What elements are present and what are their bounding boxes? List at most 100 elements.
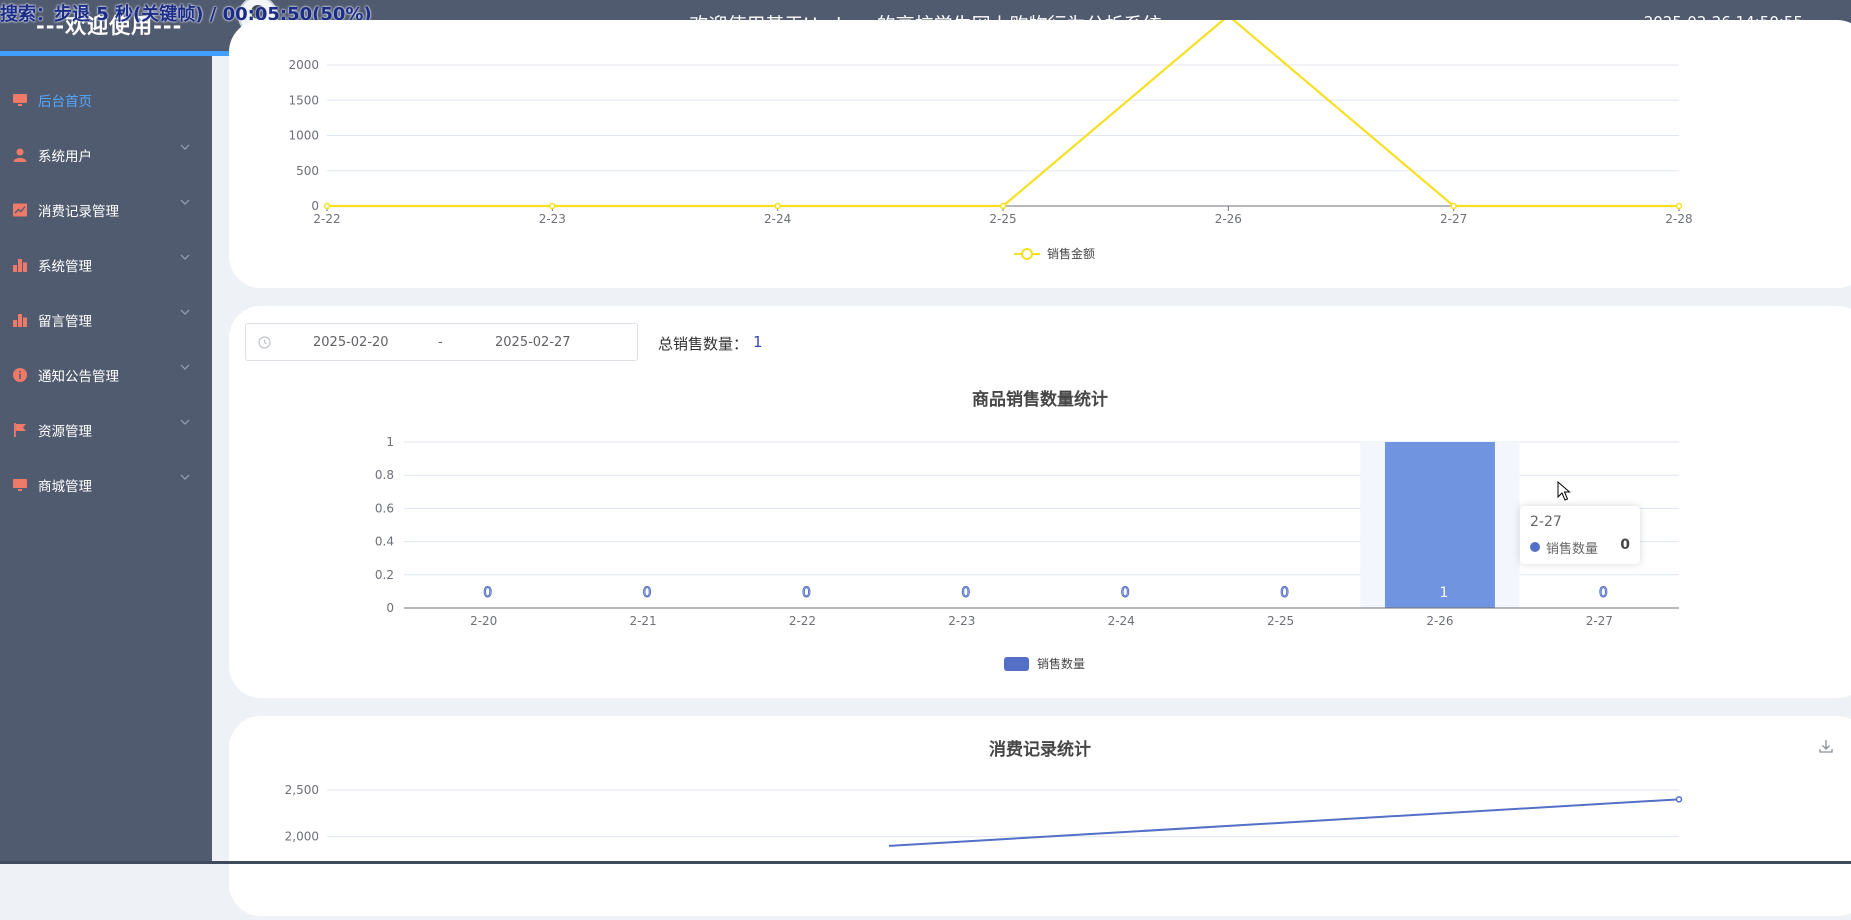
sidebar-item-message-management[interactable]: 留言管理	[0, 292, 212, 347]
date-range-picker[interactable]: 2025-02-20 - 2025-02-27	[245, 323, 638, 361]
sidebar-item-label: 通知公告管理	[38, 368, 119, 385]
y-tick-label: 0.4	[375, 535, 394, 549]
bar-value-label: 0	[483, 585, 492, 601]
y-tick-label: 2000	[288, 58, 319, 72]
series-line	[888, 798, 1680, 847]
bar-chart-icon	[12, 312, 28, 328]
x-tick-label: 2-20	[470, 614, 497, 628]
data-point	[1675, 796, 1683, 803]
bar-chart-icon	[12, 257, 28, 273]
sidebar-item-resource-management[interactable]: 资源管理	[0, 402, 212, 457]
sidebar: 后台首页 系统用户 消费记录管理 系统管理 留言管理 通知公告管理 资源管理 商…	[0, 56, 212, 864]
y-tick-label: 0.2	[375, 568, 394, 582]
bar-value-label: 0	[643, 585, 652, 601]
data-point	[774, 202, 781, 210]
bar-value-label: 0	[1599, 585, 1608, 601]
sales-quantity-chart-title: 商品销售数量统计	[972, 390, 1108, 410]
sidebar-item-dashboard[interactable]: 后台首页	[0, 72, 212, 127]
monitor-icon	[12, 477, 28, 493]
x-tick-label: 2-24	[1108, 614, 1135, 628]
mouse-cursor-icon	[1557, 481, 1571, 501]
clock-icon	[258, 336, 271, 349]
chevron-down-icon	[180, 144, 190, 150]
bar	[1384, 442, 1495, 608]
sidebar-item-label: 后台首页	[38, 93, 92, 110]
x-tick-label: 2-25	[989, 212, 1016, 226]
x-tick-label: 2-24	[764, 212, 791, 226]
chevron-down-icon	[180, 199, 190, 205]
data-point	[323, 202, 331, 210]
sales-quantity-card: 0 0.2 0.4 0.6 0.8 1 2-20 0 2-21 0 2-22 0 2-23 0 2-24 0 2…	[229, 306, 1851, 698]
sidebar-item-mall-management[interactable]: 商城管理	[0, 457, 212, 512]
chevron-down-icon	[180, 364, 190, 370]
chart-tooltip: 2-27 销售数量 0	[1520, 506, 1640, 564]
y-tick-label: 0.8	[375, 468, 394, 482]
sidebar-item-notice-management[interactable]: 通知公告管理	[0, 347, 212, 402]
data-point	[549, 202, 556, 210]
sidebar-item-system-management[interactable]: 系统管理	[0, 237, 212, 292]
chevron-down-icon	[180, 474, 190, 480]
x-tick-label: 2-22	[313, 212, 340, 226]
sidebar-item-system-users[interactable]: 系统用户	[0, 127, 212, 182]
tooltip-title: 2-27	[1530, 514, 1562, 530]
flag-icon	[12, 422, 28, 438]
info-icon	[12, 367, 28, 383]
x-tick-label: 2-25	[1267, 614, 1294, 628]
y-tick-label: 0.6	[375, 501, 394, 515]
user-icon	[12, 147, 28, 163]
x-tick-label: 2-26	[1426, 614, 1453, 628]
legend-marker	[1021, 248, 1033, 260]
end-date-input[interactable]: 2025-02-27	[495, 335, 571, 350]
tooltip-value: 0	[1620, 537, 1630, 553]
sidebar-item-label: 消费记录管理	[38, 203, 119, 220]
data-point	[1450, 202, 1457, 210]
y-tick-label: 0	[386, 601, 394, 615]
sidebar-item-consumption-records[interactable]: 消费记录管理	[0, 182, 212, 237]
y-tick-label: 0	[311, 199, 319, 213]
sales-quantity-bar-chart: 00.20.40.60.812-2002-2102-2202-2302-2402…	[375, 435, 1679, 671]
sales-amount-line-chart: 0 500 1000 1500 2000 2-22 2-23 2-24 2-25 2-26 2-27…	[288, 14, 1693, 261]
date-separator: -	[438, 335, 443, 350]
y-tick-label: 500	[296, 164, 319, 178]
bar-value-label: 0	[1121, 585, 1130, 601]
bar-value-label: 0	[802, 585, 811, 601]
y-tick-label: 1000	[288, 129, 319, 143]
tooltip-series-marker	[1530, 542, 1540, 552]
sidebar-item-label: 留言管理	[38, 313, 92, 330]
bar-value-label: 0	[1280, 585, 1289, 601]
bar-value-label: 0	[961, 585, 970, 601]
total-sales-value: 1	[753, 333, 763, 351]
bar-value-label: 1	[1439, 585, 1448, 601]
monitor-icon	[12, 92, 28, 108]
tooltip-series-name: 销售数量	[1546, 542, 1599, 557]
x-tick-label: 2-27	[1586, 614, 1613, 628]
consumption-chart-title: 消费记录统计	[989, 740, 1091, 760]
sidebar-item-label: 商城管理	[38, 478, 92, 495]
y-tick-label: 2,500	[285, 783, 319, 797]
x-tick-label: 2-26	[1215, 212, 1242, 226]
legend-label: 销售数量	[1037, 656, 1085, 671]
download-icon[interactable]	[1818, 738, 1834, 754]
series-line	[327, 14, 1679, 208]
y-tick-label: 2,000	[285, 830, 319, 844]
line-chart-icon	[12, 202, 28, 218]
legend-swatch	[1004, 657, 1029, 671]
y-tick-label: 1	[386, 435, 394, 449]
x-tick-label: 2-23	[539, 212, 566, 226]
sales-amount-card: 0 500 1000 1500 2000 2-22 2-23 2-24 2-25 2-26 2-27…	[229, 14, 1851, 288]
chevron-down-icon	[180, 419, 190, 425]
sidebar-item-label: 资源管理	[38, 423, 92, 440]
chevron-down-icon	[180, 254, 190, 260]
start-date-input[interactable]: 2025-02-20	[313, 335, 389, 350]
x-tick-label: 2-23	[948, 614, 975, 628]
x-tick-label: 2-21	[629, 614, 656, 628]
sidebar-item-label: 系统用户	[38, 148, 92, 165]
y-tick-label: 1500	[288, 93, 319, 107]
x-tick-label: 2-27	[1440, 212, 1467, 226]
x-tick-label: 2-28	[1665, 212, 1692, 226]
x-tick-label: 2-22	[789, 614, 816, 628]
legend-label: 销售金额	[1047, 246, 1095, 261]
data-point	[1675, 202, 1683, 210]
sidebar-item-label: 系统管理	[38, 258, 92, 275]
